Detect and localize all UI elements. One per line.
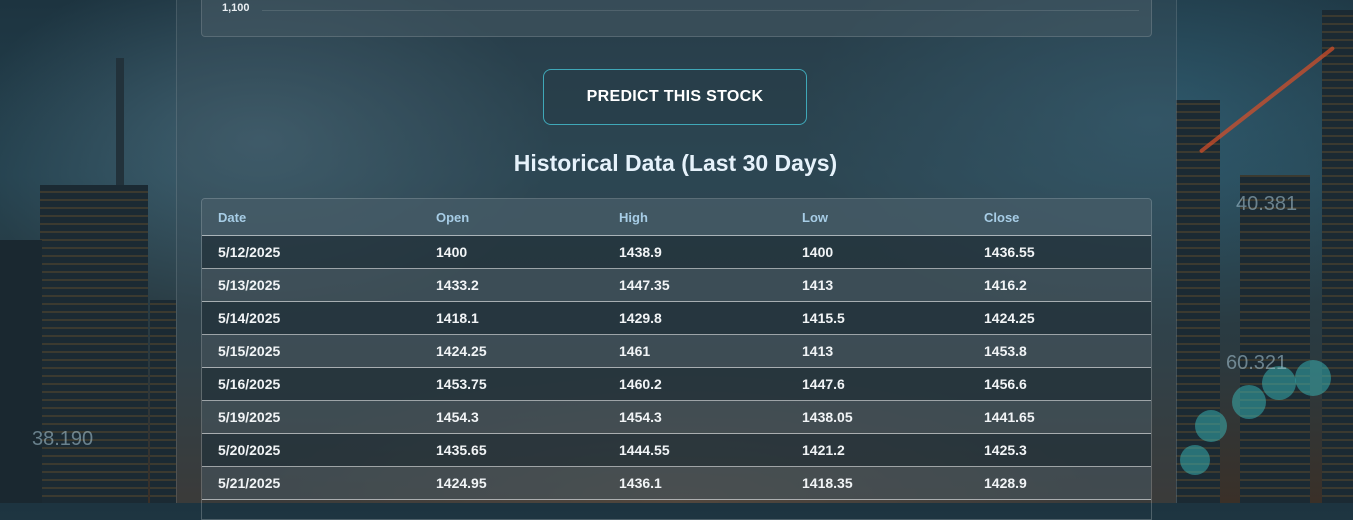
table-header-row: Date Open High Low Close	[202, 199, 1151, 236]
background-ticker: 40.381	[1236, 193, 1298, 215]
background-building	[1322, 10, 1353, 503]
cell-low: 1438.05	[786, 400, 968, 434]
cell-high: 1454.3	[603, 400, 786, 434]
cell-low: 1413	[786, 334, 968, 368]
cell-low: 1418.35	[786, 466, 968, 500]
cell-close: 1436.55	[968, 235, 1151, 269]
cell-low: 1400	[786, 235, 968, 269]
table-row: 5/16/2025 1453.75 1460.2 1447.6 1456.6	[202, 367, 1151, 401]
background-building	[0, 240, 42, 503]
cell-high: 1460.2	[603, 367, 786, 401]
table-row: 5/20/2025 1435.65 1444.55 1421.2 1425.3	[202, 433, 1151, 467]
historical-data-table: Date Open High Low Close 5/12/2025 1400 …	[201, 198, 1152, 520]
chart-y-tick-label: 1,100	[222, 2, 250, 14]
column-header-date: Date	[202, 199, 420, 236]
cell-close: 1424.25	[968, 301, 1151, 335]
cell-high: 1447.35	[603, 268, 786, 302]
cell-date: 5/12/2025	[202, 235, 420, 269]
background-building	[1176, 100, 1220, 503]
cell-high: 1461	[603, 334, 786, 368]
table-row: 5/12/2025 1400 1438.9 1400 1436.55	[202, 235, 1151, 269]
price-chart: 1,100	[201, 0, 1152, 37]
cell-open: 1418.1	[420, 301, 603, 335]
background-bokeh	[1180, 445, 1210, 475]
cell-open: 1454.3	[420, 400, 603, 434]
predict-stock-button[interactable]: PREDICT THIS STOCK	[543, 69, 807, 125]
cell-close: 1428.9	[968, 466, 1151, 500]
chart-gridline	[262, 10, 1139, 11]
cell-low: 1447.6	[786, 367, 968, 401]
cell-close: 1425.3	[968, 433, 1151, 467]
cell-high: 1436.1	[603, 466, 786, 500]
background-building	[40, 185, 148, 503]
cell-date: 5/13/2025	[202, 268, 420, 302]
cell-low: 1421.2	[786, 433, 968, 467]
cell-low: 1415.5	[786, 301, 968, 335]
cell-high: 1438.9	[603, 235, 786, 269]
cell-close: 1416.2	[968, 268, 1151, 302]
background-ticker: 38.190	[32, 428, 94, 450]
cell-high: 1444.55	[603, 433, 786, 467]
table-row: 5/14/2025 1418.1 1429.8 1415.5 1424.25	[202, 301, 1151, 335]
column-header-low: Low	[786, 199, 968, 236]
cell-date: 5/16/2025	[202, 367, 420, 401]
cell-date: 5/15/2025	[202, 334, 420, 368]
cell-open: 1400	[420, 235, 603, 269]
cell-open: 1424.95	[420, 466, 603, 500]
cell-open: 1453.75	[420, 367, 603, 401]
cell-date: 5/20/2025	[202, 433, 420, 467]
cell-open: 1433.2	[420, 268, 603, 302]
background-ticker: 60.321	[1226, 352, 1288, 374]
background-bokeh	[1232, 385, 1266, 419]
column-header-high: High	[603, 199, 786, 236]
cell-high: 1429.8	[603, 301, 786, 335]
historical-data-title: Historical Data (Last 30 Days)	[513, 150, 838, 176]
background-bokeh	[1295, 360, 1331, 396]
cell-close: 1441.65	[968, 400, 1151, 434]
cell-close: 1453.8	[968, 334, 1151, 368]
cell-date: 5/21/2025	[202, 466, 420, 500]
background-bokeh	[1195, 410, 1227, 442]
table-row: 5/21/2025 1424.95 1436.1 1418.35 1428.9	[202, 466, 1151, 500]
background-spire	[116, 58, 124, 198]
background-building	[1240, 175, 1310, 503]
cell-open: 1435.65	[420, 433, 603, 467]
cell-open: 1424.25	[420, 334, 603, 368]
column-header-open: Open	[420, 199, 603, 236]
table-row: 5/15/2025 1424.25 1461 1413 1453.8	[202, 334, 1151, 368]
cell-close: 1456.6	[968, 367, 1151, 401]
cell-low: 1413	[786, 268, 968, 302]
cell-date: 5/14/2025	[202, 301, 420, 335]
cell-date: 5/19/2025	[202, 400, 420, 434]
background-building	[150, 300, 176, 503]
table-row: 5/13/2025 1433.2 1447.35 1413 1416.2	[202, 268, 1151, 302]
column-header-close: Close	[968, 199, 1151, 236]
table-row: 5/19/2025 1454.3 1454.3 1438.05 1441.65	[202, 400, 1151, 434]
